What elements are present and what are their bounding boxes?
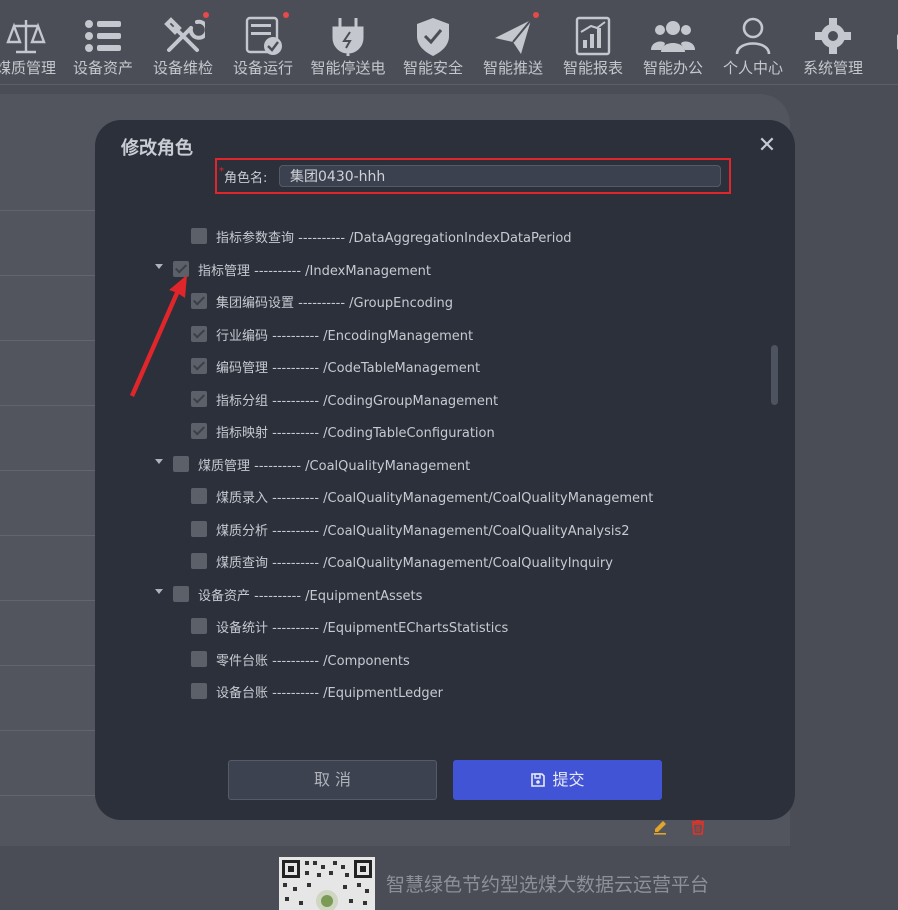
caret-down-icon[interactable] xyxy=(155,263,163,269)
nav-item[interactable]: 智能推送 xyxy=(473,0,553,82)
nav-item-label: 智能安全 xyxy=(402,59,463,77)
edit-role-modal: 修改角色 ✕ * 角色名: 指标参数查询 ---------- /DataAgg… xyxy=(95,120,795,820)
shield-icon xyxy=(411,14,455,58)
notification-dot xyxy=(283,12,289,18)
tree-node-label: 设备资产 ---------- /EquipmentAssets xyxy=(198,588,423,604)
annotation-arrow-icon xyxy=(130,275,187,397)
notification-dot xyxy=(533,12,539,18)
tools-icon xyxy=(161,14,205,58)
tree-node-label: 编码管理 ---------- /CodeTableManagement xyxy=(216,361,481,376)
checkbox[interactable] xyxy=(191,650,207,667)
checkbox[interactable] xyxy=(191,553,207,569)
checkbox[interactable] xyxy=(191,618,207,634)
user-icon xyxy=(731,14,775,58)
table-row-divider xyxy=(0,795,95,796)
tree-node-label: 行业编码 ---------- /EncodingManagement xyxy=(216,328,474,344)
caret-down-icon[interactable] xyxy=(155,458,163,464)
checkbox[interactable] xyxy=(191,520,207,537)
users-icon xyxy=(651,14,695,58)
server-check-icon xyxy=(241,14,285,58)
submit-button[interactable]: 提交 xyxy=(453,760,662,800)
report-icon xyxy=(571,14,615,58)
nav-item[interactable]: 设备维检 xyxy=(143,0,223,82)
tree-node-label: 煤质录入 ---------- /CoalQualityManagement/C… xyxy=(216,491,654,506)
role-name-input[interactable] xyxy=(279,165,721,187)
table-row-divider xyxy=(0,275,95,276)
nav-item[interactable]: 智能安全 xyxy=(393,0,473,82)
tree-scrollbar[interactable] xyxy=(771,345,778,405)
role-name-field-highlight: * 角色名: xyxy=(215,158,731,194)
tree-node-label: 煤质管理 ---------- /CoalQualityManagement xyxy=(198,458,471,474)
tree-node-label: 设备台账 ---------- /EquipmentLedger xyxy=(216,686,443,701)
scales-icon xyxy=(4,14,48,58)
list-icon xyxy=(81,14,125,58)
top-nav: 煤质管理 设备资产 设备维检 设备运行 智能停送电 智能安全 智能推送 智能报表 智能办公 个人中… xyxy=(0,0,898,85)
nav-item-label: 个人中心 xyxy=(722,59,783,77)
cancel-button[interactable]: 取 消 xyxy=(228,760,437,800)
nav-item-label: 运 xyxy=(867,57,898,78)
tree-node-label: 集团编码设置 ---------- /GroupEncoding xyxy=(216,296,454,311)
tree-node-label: 煤质分析 ---------- /CoalQualityManagement/C… xyxy=(216,523,630,539)
save-icon xyxy=(531,773,546,787)
nav-item[interactable]: 运 xyxy=(873,0,898,82)
nav-item-label: 智能推送 xyxy=(482,59,543,77)
table-row-divider xyxy=(0,730,95,731)
table-row-divider xyxy=(0,535,95,536)
delete-icon[interactable] xyxy=(689,818,707,836)
notification-dot xyxy=(203,12,209,18)
submit-label: 提交 xyxy=(552,770,585,789)
tree-node-label: 煤质查询 ---------- /CoalQualityManagement/C… xyxy=(216,556,613,571)
nav-item-label: 设备资产 xyxy=(72,59,133,77)
tree-node-label: 设备统计 ---------- /EquipmentEChartsStatist… xyxy=(216,621,509,636)
send-icon xyxy=(491,14,535,58)
checkbox[interactable] xyxy=(191,488,207,504)
gear-icon xyxy=(811,14,855,58)
nav-item[interactable]: 个人中心 xyxy=(713,0,793,82)
tree-node-label: 指标映射 ---------- /CodingTableConfiguratio… xyxy=(216,426,495,441)
checkbox[interactable] xyxy=(191,228,207,244)
caret-down-icon[interactable] xyxy=(155,588,163,594)
nav-item[interactable]: 系统管理 xyxy=(793,0,873,82)
role-name-label: 角色名: xyxy=(224,171,268,186)
tree-node-label: 指标参数查询 ---------- /DataAggregationIndexD… xyxy=(216,231,572,246)
nav-item[interactable]: 智能报表 xyxy=(553,0,633,82)
edit-icon[interactable] xyxy=(652,818,670,836)
nav-item-label: 智能报表 xyxy=(562,59,623,77)
checkbox[interactable] xyxy=(191,423,207,439)
nav-item[interactable]: 智能办公 xyxy=(633,0,713,82)
partial-icon xyxy=(891,14,898,58)
table-row-divider xyxy=(0,600,95,601)
tree-node-label: 零件台账 ---------- /Components xyxy=(216,653,410,669)
nav-item[interactable]: 设备运行 xyxy=(223,0,303,82)
plug-icon xyxy=(326,14,370,58)
nav-item-label: 设备运行 xyxy=(232,59,293,77)
table-row-divider xyxy=(0,665,95,666)
table-row-divider xyxy=(0,210,95,211)
table-row-divider xyxy=(0,405,95,406)
tree-node-label: 指标管理 ---------- /IndexManagement xyxy=(198,263,431,279)
nav-item-label: 智能停送电 xyxy=(310,59,386,77)
checkbox[interactable] xyxy=(191,683,207,699)
footer-platform-title: 智慧绿色节约型选煤大数据云运营平台 xyxy=(386,874,710,896)
nav-item-label: 智能办公 xyxy=(642,59,703,77)
checkbox[interactable] xyxy=(173,585,189,602)
nav-item-label: 设备维检 xyxy=(152,59,213,77)
checkbox[interactable] xyxy=(173,455,189,472)
table-row-divider xyxy=(0,340,95,341)
close-icon[interactable]: ✕ xyxy=(757,135,777,157)
table-row-divider xyxy=(0,470,95,471)
nav-item[interactable]: 智能停送电 xyxy=(308,0,388,82)
nav-item[interactable]: 设备资产 xyxy=(63,0,143,82)
qr-code-image xyxy=(279,857,375,910)
nav-item-label: 系统管理 xyxy=(802,59,863,77)
modal-title: 修改角色 xyxy=(121,138,193,159)
tree-node-label: 指标分组 ---------- /CodingGroupManagement xyxy=(216,393,499,409)
